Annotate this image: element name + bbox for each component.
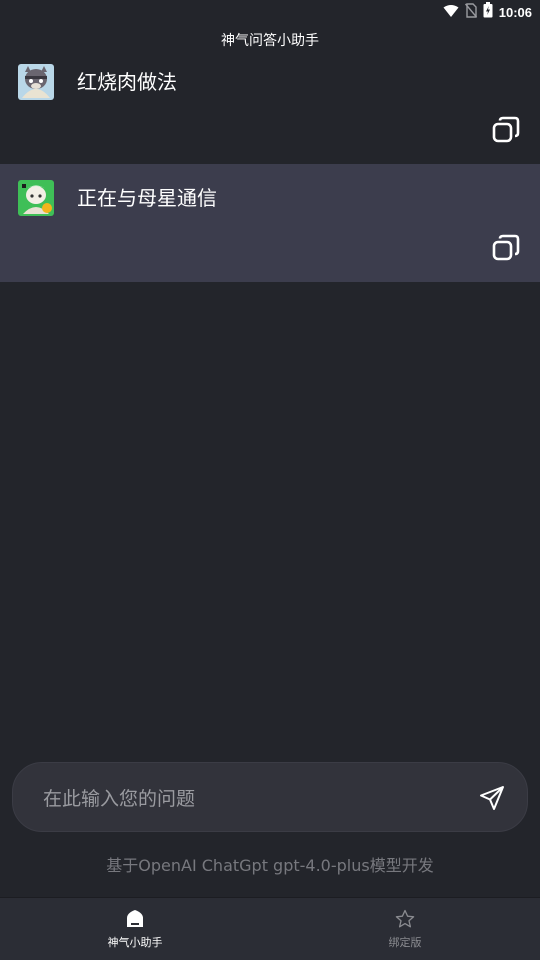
copy-icon	[492, 234, 520, 261]
bot-avatar	[18, 180, 54, 216]
page-title: 神气问答小助手	[221, 33, 319, 49]
nav-item-assistant[interactable]: 神气小助手	[0, 898, 270, 960]
battery-icon	[483, 2, 493, 22]
copy-button[interactable]	[492, 116, 520, 144]
star-icon	[395, 909, 415, 928]
message-item-user: 红烧肉做法	[0, 48, 540, 164]
user-avatar	[18, 64, 54, 100]
send-button[interactable]	[479, 785, 505, 811]
wifi-icon	[443, 3, 459, 22]
chat-screen: 10:06 神气问答小助手 红烧肉做法 正在与母星通信 在此输入您的问题 基于O…	[0, 0, 540, 960]
message-text: 正在与母星通信	[77, 186, 217, 210]
model-info-note: 基于OpenAI ChatGpt gpt-4.0-plus模型开发	[106, 856, 434, 875]
status-time: 10:06	[498, 4, 532, 20]
no-sim-icon	[464, 2, 477, 22]
question-input-box	[12, 762, 528, 835]
nav-label: 神气小助手	[107, 936, 163, 949]
question-input[interactable]	[41, 763, 465, 835]
copy-icon	[492, 116, 520, 143]
bottom-nav: 神气小助手 绑定版	[0, 897, 540, 960]
message-item-bot: 正在与母星通信	[0, 164, 540, 282]
nav-item-bind[interactable]: 绑定版	[270, 898, 540, 960]
status-bar: 10:06	[0, 0, 540, 24]
home-icon	[127, 910, 143, 927]
send-icon	[480, 786, 504, 810]
message-text: 红烧肉做法	[77, 70, 177, 94]
nav-label: 绑定版	[388, 936, 422, 949]
status-icons: 10:06	[443, 2, 532, 22]
copy-button[interactable]	[492, 234, 520, 262]
